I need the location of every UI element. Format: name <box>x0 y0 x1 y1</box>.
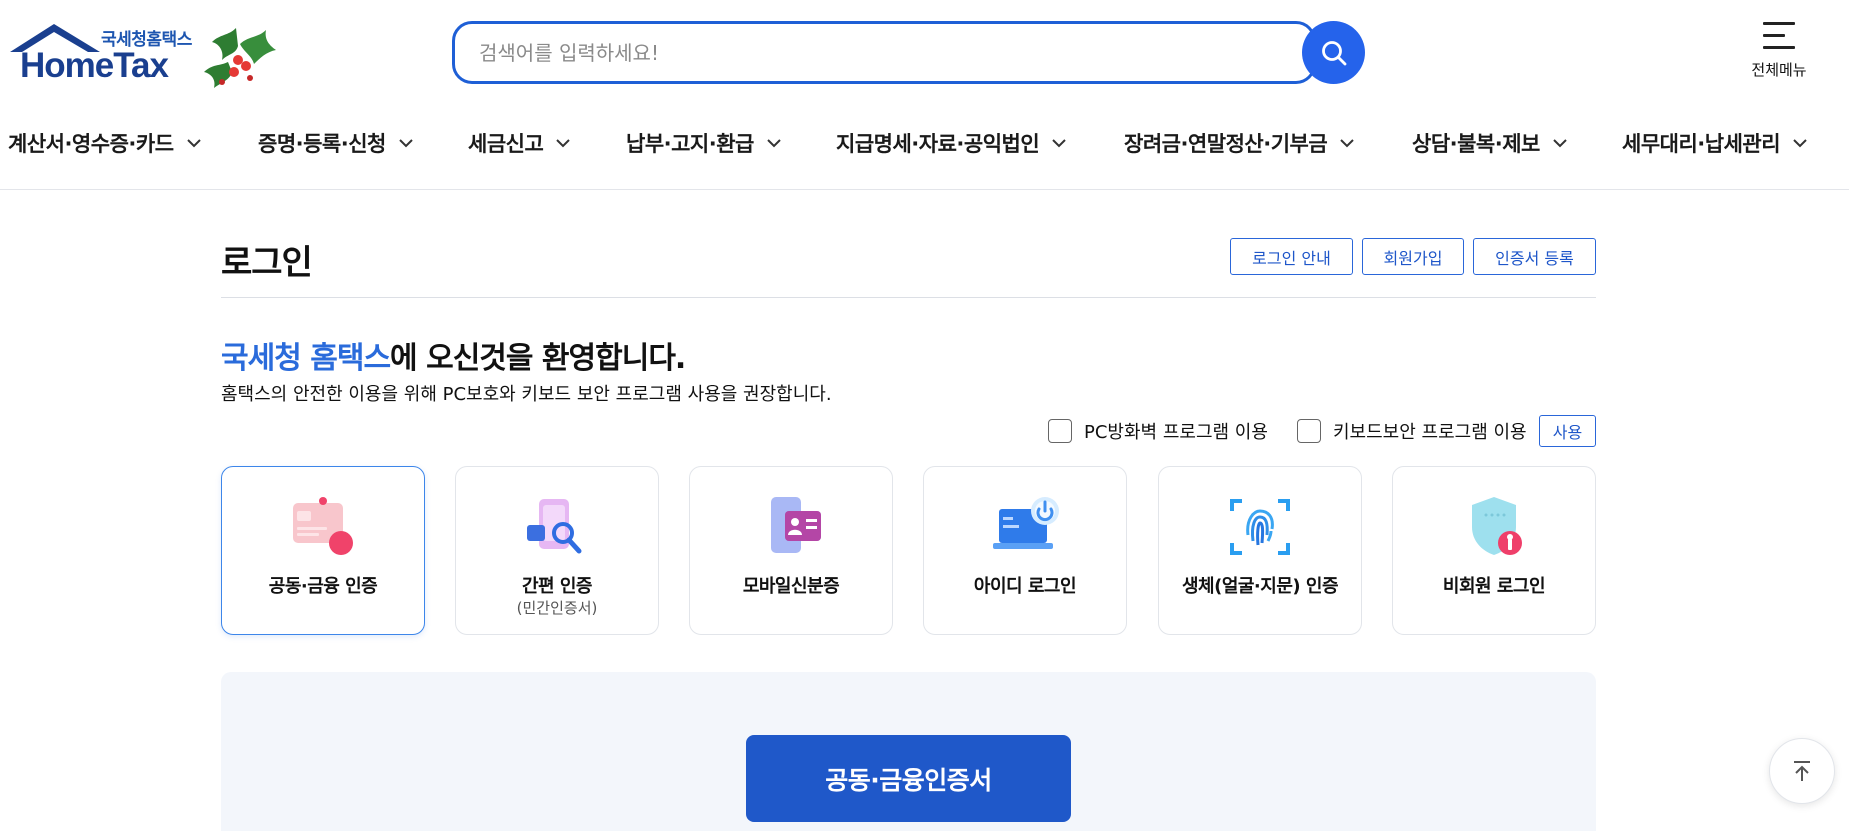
divider <box>221 297 1596 298</box>
nav-item-label: 납부·고지·환급 <box>626 132 754 156</box>
card-label: 생체(얼굴·지문) 인증 <box>1181 576 1339 597</box>
chevron-down-icon <box>1052 139 1066 148</box>
login-method-biometric[interactable]: 생체(얼굴·지문) 인증 <box>1158 466 1362 635</box>
chevron-down-icon <box>1553 139 1567 148</box>
nav-item-label: 세무대리·납세관리 <box>1622 132 1781 156</box>
welcome-description: 홈택스의 안전한 이용을 위해 PC보호와 키보드 보안 프로그램 사용을 권장… <box>221 384 832 405</box>
cert-register-button[interactable]: 인증서 등록 <box>1473 238 1596 275</box>
scroll-to-top-button[interactable] <box>1769 738 1835 804</box>
mobile-id-icon <box>771 497 821 553</box>
arrow-up-icon <box>1794 761 1810 781</box>
keyboard-security-checkbox[interactable]: 키보드보안 프로그램 이용 <box>1297 418 1527 444</box>
search-icon <box>1321 40 1346 65</box>
nav-item-agent[interactable]: 세무대리·납세관리 <box>1622 128 1808 158</box>
login-guide-button[interactable]: 로그인 안내 <box>1230 238 1353 275</box>
login-method-id-login[interactable]: 아이디 로그인 <box>923 466 1127 635</box>
fingerprint-icon <box>1230 499 1290 555</box>
login-method-joint-cert[interactable]: 공동·금융 인증 <box>221 466 425 635</box>
login-method-mobile-id[interactable]: 모바일신분증 <box>689 466 893 635</box>
chevron-down-icon <box>399 139 413 148</box>
card-sublabel: (민간인증서) <box>516 599 598 617</box>
hamburger-icon <box>1763 22 1795 49</box>
joint-cert-login-button[interactable]: 공동·금융인증서 <box>746 735 1071 822</box>
nav-item-invoice[interactable]: 계산서·영수증·카드 <box>8 128 202 158</box>
search-input[interactable] <box>479 39 1259 67</box>
main-nav: 계산서·영수증·카드 증명·등록·신청 세금신고 납부·고지·환급 지급명세·자… <box>0 120 1849 190</box>
chevron-down-icon <box>556 139 570 148</box>
login-method-guest[interactable]: 비회원 로그인 <box>1392 466 1596 635</box>
nav-item-consult[interactable]: 상담·불복·제보 <box>1412 128 1568 158</box>
nav-item-certificate[interactable]: 증명·등록·신청 <box>258 128 414 158</box>
guest-shield-icon <box>1472 497 1522 555</box>
welcome-rest: 에 오신것을 환영합니다. <box>390 341 686 376</box>
joint-cert-card-icon <box>293 497 353 555</box>
nav-item-tax-report[interactable]: 세금신고 <box>468 128 571 158</box>
checkbox-box[interactable] <box>1297 419 1321 443</box>
card-label: 아이디 로그인 <box>973 576 1077 597</box>
firewall-checkbox[interactable]: PC방화벽 프로그램 이용 <box>1048 418 1268 444</box>
id-login-laptop-icon <box>993 497 1059 549</box>
card-label: 모바일신분증 <box>742 576 840 597</box>
nav-item-label: 장려금·연말정산·기부금 <box>1124 132 1328 156</box>
firewall-label: PC방화벽 프로그램 이용 <box>1084 422 1268 443</box>
card-label: 비회원 로그인 <box>1442 576 1546 597</box>
search-box <box>452 21 1316 84</box>
hometax-logo[interactable]: 국세청홈택스 HomeTax <box>8 22 276 92</box>
nav-item-incentive[interactable]: 장려금·연말정산·기부금 <box>1124 128 1355 158</box>
search-button[interactable] <box>1302 21 1365 84</box>
holly-decoration-icon <box>204 28 276 88</box>
chevron-down-icon <box>767 139 781 148</box>
nav-item-label: 지급명세·자료·공익법인 <box>836 132 1040 156</box>
card-label: 공동·금융 인증 <box>268 576 378 597</box>
all-menu-label: 전체메뉴 <box>1751 61 1807 79</box>
nav-item-label: 계산서·영수증·카드 <box>8 132 174 156</box>
welcome-heading: 국세청 홈택스에 오신것을 환영합니다. <box>221 333 686 377</box>
card-label: 간편 인증 <box>521 576 593 597</box>
all-menu-button[interactable]: 전체메뉴 <box>1744 20 1814 90</box>
simple-auth-phone-icon <box>527 499 582 554</box>
nav-item-statement[interactable]: 지급명세·자료·공익법인 <box>836 128 1067 158</box>
nav-item-label: 증명·등록·신청 <box>258 132 386 156</box>
checkbox-box[interactable] <box>1048 419 1072 443</box>
chevron-down-icon <box>1793 139 1807 148</box>
keyboard-security-label: 키보드보안 프로그램 이용 <box>1333 422 1527 443</box>
page-title: 로그인 <box>221 243 313 283</box>
chevron-down-icon <box>186 139 201 148</box>
nav-item-payment[interactable]: 납부·고지·환급 <box>626 128 782 158</box>
nav-item-label: 세금신고 <box>468 132 544 156</box>
logo-wordmark: HomeTax <box>20 46 169 85</box>
login-method-simple-auth[interactable]: 간편 인증 (민간인증서) <box>455 466 659 635</box>
signup-button[interactable]: 회원가입 <box>1362 238 1464 275</box>
nav-item-label: 상담·불복·제보 <box>1412 132 1540 156</box>
chevron-down-icon <box>1340 139 1354 148</box>
welcome-accent: 국세청 홈택스 <box>221 341 391 376</box>
use-button[interactable]: 사용 <box>1539 415 1596 447</box>
